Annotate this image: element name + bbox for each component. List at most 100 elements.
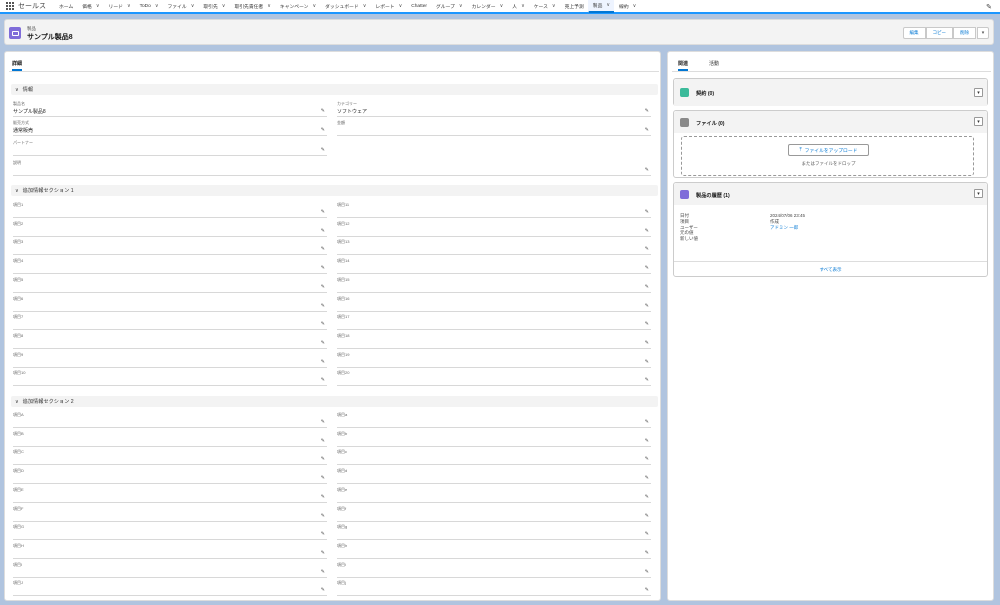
view-all-link[interactable]: すべて表示 <box>674 267 987 273</box>
chevron-down-icon[interactable]: ∨ <box>312 3 316 9</box>
edit-pencil-icon[interactable]: ✎ <box>645 246 649 252</box>
chevron-down-icon[interactable]: ∨ <box>521 3 525 9</box>
edit-pencil-icon[interactable]: ✎ <box>321 550 325 556</box>
chevron-down-icon[interactable]: ∨ <box>222 3 226 9</box>
delete-button[interactable]: 削除 <box>953 27 976 39</box>
edit-pencil-icon[interactable]: ✎ <box>645 569 649 575</box>
chevron-down-icon[interactable]: ∨ <box>191 3 195 9</box>
edit-pencil-icon[interactable]: ✎ <box>645 494 649 500</box>
edit-pencil-icon[interactable]: ✎ <box>321 438 325 444</box>
edit-pencil-icon[interactable]: ✎ <box>645 265 649 271</box>
edit-pencil-icon[interactable]: ✎ <box>321 359 325 365</box>
nav-item[interactable]: 取引先責任者 ∨ <box>229 0 274 13</box>
edit-pencil-icon[interactable]: ✎ <box>321 321 325 327</box>
edit-pencil-icon[interactable]: ✎ <box>645 228 649 234</box>
file-drop-zone[interactable]: ⤒ ファイルをアップロード またはファイルをドロップ <box>681 136 974 176</box>
history-value[interactable]: アドミン 一郎 <box>770 225 798 231</box>
nav-item[interactable]: グループ ∨ <box>431 0 467 13</box>
section-extra1-header[interactable]: ∨ 追加情報セクション 1 <box>11 185 658 196</box>
nav-item[interactable]: 取引先 ∨ <box>198 0 229 13</box>
nav-item[interactable]: ダッシュボード ∨ <box>320 0 370 13</box>
edit-pencil-icon[interactable]: ✎ <box>321 147 325 153</box>
nav-item[interactable]: 価格 ∨ <box>77 0 103 13</box>
tab-details[interactable]: 詳細 <box>12 60 23 71</box>
edit-pencil-icon[interactable]: ✎ <box>321 265 325 271</box>
chevron-down-icon[interactable]: ∨ <box>633 3 637 9</box>
edit-pencil-icon[interactable]: ✎ <box>645 550 649 556</box>
edit-pencil-icon[interactable]: ✎ <box>645 303 649 309</box>
edit-pencil-icon[interactable]: ✎ <box>645 321 649 327</box>
edit-pencil-icon[interactable]: ✎ <box>645 340 649 346</box>
nav-item[interactable]: ホーム <box>54 0 77 13</box>
nav-item[interactable]: 人 ∨ <box>507 0 528 13</box>
edit-pencil-icon[interactable]: ✎ <box>321 340 325 346</box>
edit-pencil-icon[interactable]: ✎ <box>645 456 649 462</box>
edit-pencil-icon[interactable]: ✎ <box>645 531 649 537</box>
edit-pencil-icon[interactable]: ✎ <box>321 303 325 309</box>
chevron-down-icon[interactable]: ∨ <box>552 3 556 9</box>
edit-pencil-icon[interactable]: ✎ <box>321 531 325 537</box>
nav-item[interactable]: ケース ∨ <box>529 0 560 13</box>
edit-pencil-icon[interactable]: ✎ <box>645 167 649 173</box>
edit-nav-icon[interactable]: ✎ <box>986 3 992 11</box>
chevron-down-icon[interactable]: ∨ <box>500 3 504 9</box>
edit-pencil-icon[interactable]: ✎ <box>645 513 649 519</box>
edit-pencil-icon[interactable]: ✎ <box>321 228 325 234</box>
more-actions-button[interactable]: ▾ <box>977 27 989 39</box>
section-extra2-header[interactable]: ∨ 追加情報セクション 2 <box>11 396 658 407</box>
edit-pencil-icon[interactable]: ✎ <box>321 475 325 481</box>
nav-item[interactable]: レポート ∨ <box>370 0 406 13</box>
chevron-down-icon[interactable]: ∨ <box>267 3 271 9</box>
chevron-down-icon[interactable]: ∨ <box>127 3 131 9</box>
edit-pencil-icon[interactable]: ✎ <box>321 587 325 593</box>
edit-pencil-icon[interactable]: ✎ <box>645 438 649 444</box>
edit-button[interactable]: 編集 <box>902 27 926 39</box>
nav-item[interactable]: ファイル ∨ <box>162 0 198 13</box>
chevron-down-icon[interactable]: ∨ <box>155 3 159 9</box>
app-launcher-icon[interactable] <box>6 2 14 10</box>
card-menu-button[interactable]: ▾ <box>974 189 983 198</box>
card-title[interactable]: ファイル (0) <box>696 120 725 127</box>
tab-activity[interactable]: 活動 <box>709 60 719 67</box>
edit-pencil-icon[interactable]: ✎ <box>645 359 649 365</box>
edit-pencil-icon[interactable]: ✎ <box>645 284 649 290</box>
chevron-down-icon[interactable]: ∨ <box>606 2 610 8</box>
upload-files-button[interactable]: ⤒ ファイルをアップロード <box>788 144 869 156</box>
chevron-down-icon[interactable]: ∨ <box>459 3 463 9</box>
section-info-header[interactable]: ∨ 情報 <box>11 84 658 95</box>
card-title[interactable]: 契約 (0) <box>696 90 714 97</box>
edit-pencil-icon[interactable]: ✎ <box>321 569 325 575</box>
nav-item[interactable]: Chatter <box>406 0 431 13</box>
edit-pencil-icon[interactable]: ✎ <box>321 419 325 425</box>
edit-pencil-icon[interactable]: ✎ <box>321 127 325 133</box>
nav-item[interactable]: 製品 ∨ <box>587 0 615 13</box>
chevron-down-icon[interactable]: ∨ <box>363 3 367 9</box>
edit-pencil-icon[interactable]: ✎ <box>645 419 649 425</box>
edit-pencil-icon[interactable]: ✎ <box>645 475 649 481</box>
nav-item[interactable]: カレンダー ∨ <box>467 0 508 13</box>
edit-pencil-icon[interactable]: ✎ <box>645 209 649 215</box>
edit-pencil-icon[interactable]: ✎ <box>321 377 325 383</box>
nav-item[interactable]: キャンペーン ∨ <box>275 0 320 13</box>
nav-item[interactable]: ToDo ∨ <box>135 0 163 13</box>
card-title[interactable]: 製品の履歴 (1) <box>696 192 730 199</box>
card-menu-button[interactable]: ▾ <box>974 117 983 126</box>
edit-pencil-icon[interactable]: ✎ <box>645 377 649 383</box>
edit-pencil-icon[interactable]: ✎ <box>321 284 325 290</box>
edit-pencil-icon[interactable]: ✎ <box>321 513 325 519</box>
edit-pencil-icon[interactable]: ✎ <box>321 108 325 114</box>
edit-pencil-icon[interactable]: ✎ <box>321 246 325 252</box>
chevron-down-icon[interactable]: ∨ <box>399 3 403 9</box>
edit-pencil-icon[interactable]: ✎ <box>645 587 649 593</box>
chevron-down-icon[interactable]: ∨ <box>96 3 100 9</box>
nav-item[interactable]: リード ∨ <box>104 0 135 13</box>
edit-pencil-icon[interactable]: ✎ <box>321 456 325 462</box>
nav-item[interactable]: 売上予測 <box>560 0 588 13</box>
edit-pencil-icon[interactable]: ✎ <box>645 127 649 133</box>
tab-related[interactable]: 関連 <box>678 60 689 71</box>
edit-pencil-icon[interactable]: ✎ <box>321 209 325 215</box>
edit-pencil-icon[interactable]: ✎ <box>321 494 325 500</box>
edit-pencil-icon[interactable]: ✎ <box>645 108 649 114</box>
copy-button[interactable]: コピー <box>925 27 953 39</box>
nav-item[interactable]: 線約 ∨ <box>614 0 640 13</box>
